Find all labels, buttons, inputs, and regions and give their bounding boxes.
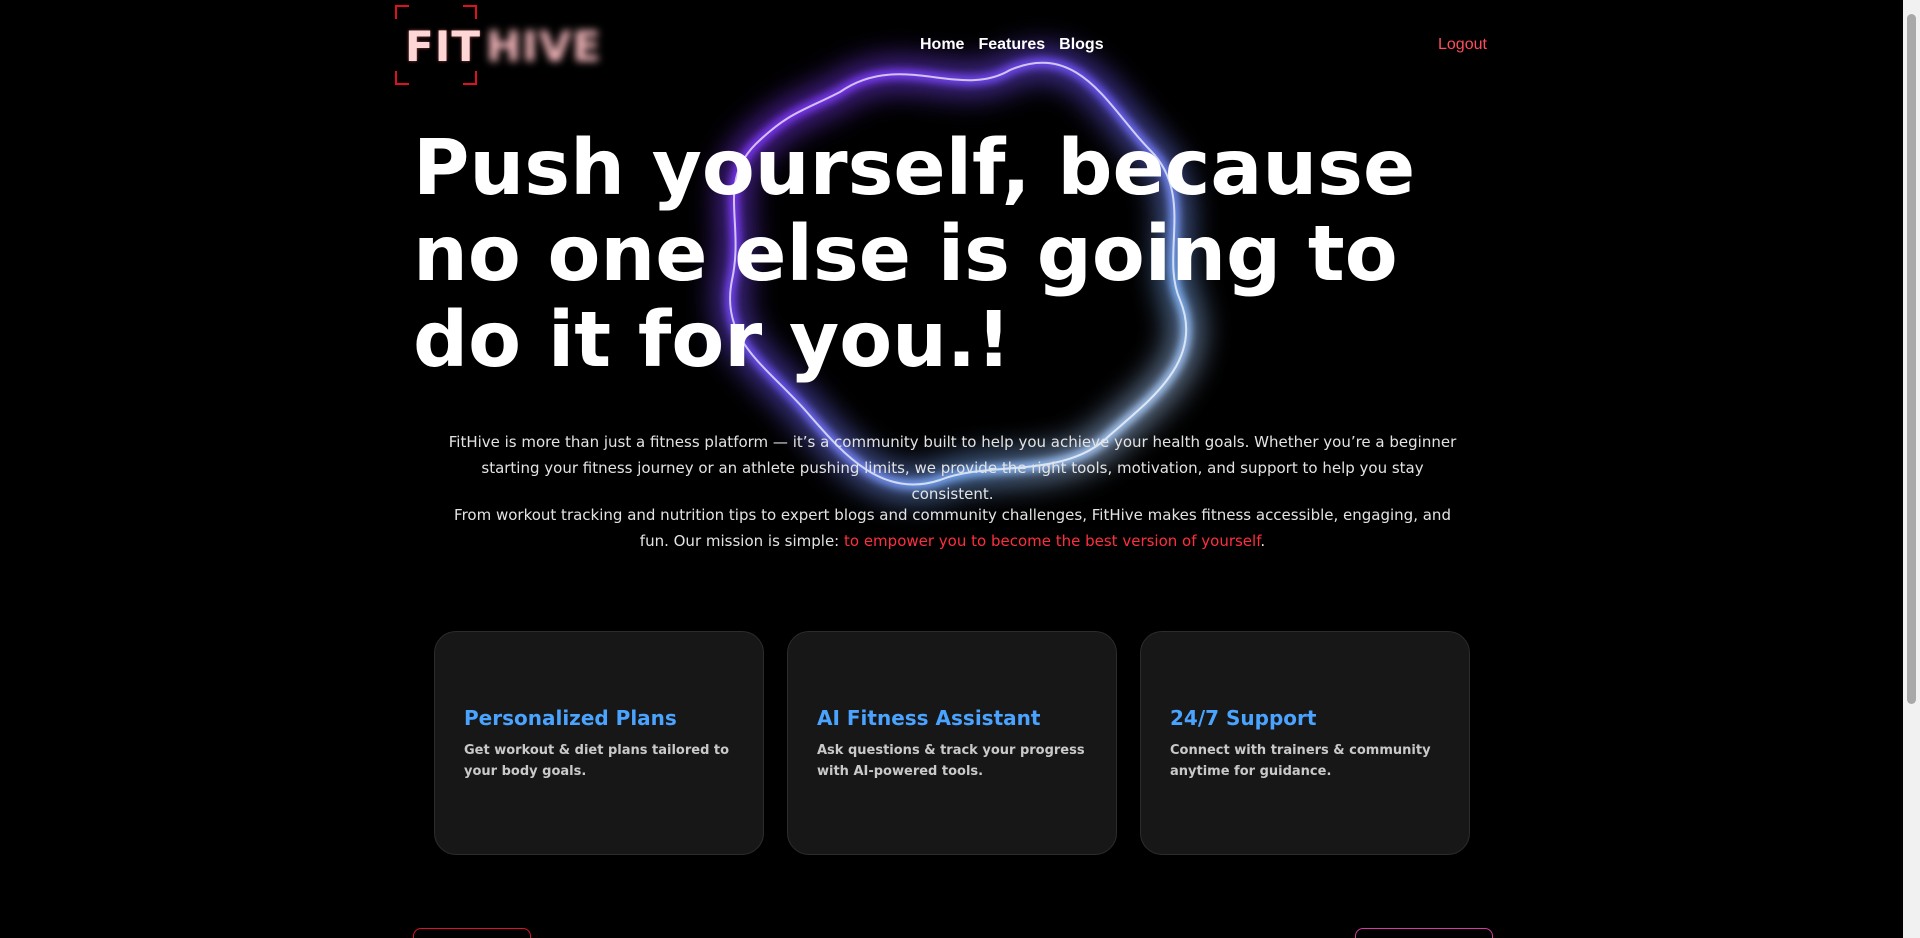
logo-corner-bottom-left <box>395 71 409 85</box>
main-nav: Home Features Blogs <box>920 36 1104 54</box>
feature-card-title: 24/7 Support <box>1170 706 1317 730</box>
mission-highlight: to empower you to become the best versio… <box>844 532 1261 550</box>
feature-card-text: Get workout & diet plans tailored to you… <box>464 743 730 779</box>
feature-card-support: 24/7 Support Connect with trainers & com… <box>1140 631 1470 855</box>
nav-blogs-link[interactable]: Blogs <box>1059 36 1103 54</box>
intro-paragraph: FitHive is more than just a fitness plat… <box>448 433 1457 503</box>
logo-text-hive: HIVE <box>486 22 602 71</box>
nav-home-link[interactable]: Home <box>920 36 964 54</box>
feature-card-text: Ask questions & track your progress with… <box>817 743 1085 779</box>
page-scrollbar[interactable] <box>1903 0 1920 938</box>
feature-card-text: Connect with trainers & community anytim… <box>1170 743 1431 779</box>
page: FIT HIVE Home Features Blogs Logout Push… <box>0 0 1920 938</box>
nav-features-link[interactable]: Features <box>978 36 1045 54</box>
mission-paragraph: From workout tracking and nutrition tips… <box>440 502 1465 554</box>
logo-corner-bottom-right <box>463 71 477 85</box>
bottom-right-button[interactable] <box>1355 928 1493 938</box>
logo-corner-top-left <box>395 5 409 19</box>
feature-card-title: Personalized Plans <box>464 706 677 730</box>
bottom-left-button[interactable] <box>413 928 531 938</box>
logo-corner-top-right <box>463 5 477 19</box>
scrollbar-thumb[interactable] <box>1907 14 1916 704</box>
feature-card-personalized-plans: Personalized Plans Get workout & diet pl… <box>434 631 764 855</box>
logout-link[interactable]: Logout <box>1438 36 1487 54</box>
logo-text-fit: FIT <box>405 22 481 71</box>
feature-card-title: AI Fitness Assistant <box>817 706 1041 730</box>
hero-title: Push yourself, because no one else is go… <box>413 124 1416 385</box>
feature-card-ai-assistant: AI Fitness Assistant Ask questions & tra… <box>787 631 1117 855</box>
mission-suffix: . <box>1260 532 1266 550</box>
